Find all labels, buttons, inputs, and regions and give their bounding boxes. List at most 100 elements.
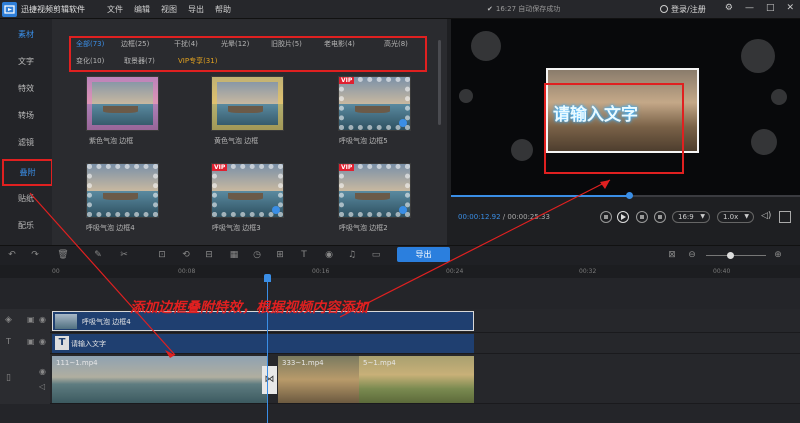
category-all[interactable]: 全部(73) — [76, 39, 104, 49]
subtitle-icon[interactable]: ▭ — [370, 249, 382, 261]
transition-icon[interactable]: ⋈ — [262, 366, 277, 394]
delete-icon[interactable]: 🗑 — [57, 249, 69, 261]
thumbnail-label: 呼吸气泡 边框3 — [212, 224, 261, 232]
category-vip[interactable]: VIP专享(31) — [178, 56, 217, 66]
thumbnail-label: 紫色气泡 边框 — [89, 137, 134, 145]
clip-thumbnail — [55, 314, 77, 329]
nav-overlay[interactable]: 叠附 — [2, 159, 53, 186]
split-icon[interactable]: ⊟ — [203, 249, 215, 261]
next-frame-button[interactable] — [654, 211, 666, 223]
nav-effects[interactable]: 特效 — [0, 81, 52, 97]
nav-filter[interactable]: 滤镜 — [0, 135, 52, 151]
category-highlight[interactable]: 高光(8) — [384, 39, 408, 49]
preview-overlay-text[interactable]: 请输入文字 — [553, 100, 638, 125]
settings-icon[interactable]: ⚙ — [725, 3, 733, 13]
volume-icon[interactable]: ◁) — [761, 211, 773, 223]
eye-icon[interactable]: ◉ — [39, 315, 46, 324]
speaker-icon[interactable]: ◁ — [39, 382, 45, 391]
video-clip[interactable]: 111~1.mp4 — [52, 356, 267, 403]
maximize-icon[interactable]: □ — [766, 3, 775, 13]
ruler-tick: 00:08 — [178, 268, 196, 275]
eye-icon[interactable]: ◉ — [39, 367, 46, 376]
ruler-tick: 00:24 — [446, 268, 464, 275]
overlay-thumbnail[interactable]: VIP — [338, 163, 411, 218]
nav-transition[interactable]: 转场 — [0, 108, 52, 124]
lock-icon[interactable]: ▣ — [27, 337, 35, 346]
user-icon — [660, 5, 668, 13]
freeze-icon[interactable]: ⊞ — [274, 249, 286, 261]
category-glow[interactable]: 光晕(12) — [221, 39, 249, 49]
text-tool-icon[interactable]: T — [298, 249, 310, 261]
media-scrollbar[interactable] — [438, 40, 441, 125]
login-button[interactable]: 登录/注册 — [660, 4, 706, 15]
category-interference[interactable]: 干扰(4) — [174, 39, 198, 49]
chevron-down-icon: ▼ — [744, 213, 749, 220]
progress-fill — [451, 195, 629, 197]
nav-music[interactable]: 配乐 — [0, 218, 52, 234]
prev-frame-button[interactable] — [600, 211, 612, 223]
aspect-ratio-select[interactable]: 16:9 ▼ — [672, 211, 710, 223]
video-icon: ▯ — [6, 373, 11, 383]
overlay-thumbnail[interactable] — [86, 163, 159, 218]
undo-icon[interactable]: ↶ — [6, 249, 18, 261]
overlay-thumbnail[interactable]: VIP — [338, 76, 411, 131]
progress-knob[interactable] — [625, 192, 633, 199]
menu-file[interactable]: 文件 — [107, 4, 134, 15]
app-logo-icon — [2, 2, 17, 17]
crop-icon[interactable]: ⊡ — [156, 249, 168, 261]
play-button[interactable] — [617, 211, 629, 223]
export-button[interactable]: 导出 — [397, 247, 450, 262]
overlay-thumbnail[interactable] — [211, 76, 284, 131]
zoom-knob[interactable] — [727, 252, 734, 259]
video-clip[interactable]: 5~1.mp4 — [359, 356, 474, 403]
download-icon[interactable] — [399, 206, 407, 214]
annotation-text: 添加边框叠附特效，根据视频内容添加 — [130, 300, 368, 316]
left-nav: 素材 文字 特效 转场 滤镜 叠附 贴纸 配乐 — [0, 19, 53, 245]
download-icon[interactable] — [399, 119, 407, 127]
overlay-thumbnail[interactable] — [86, 76, 159, 131]
menu-export[interactable]: 导出 — [188, 4, 215, 15]
edit-icon[interactable]: ✎ — [92, 249, 104, 261]
speed-select[interactable]: 1.0x ▼ — [717, 211, 754, 223]
menu-view[interactable]: 视图 — [161, 4, 188, 15]
eye-icon[interactable]: ◉ — [39, 337, 46, 346]
preview-progress[interactable] — [451, 192, 800, 199]
audio-icon[interactable]: ♫ — [346, 249, 358, 261]
minimize-icon[interactable]: — — [745, 3, 754, 13]
redo-icon[interactable]: ↷ — [29, 249, 41, 261]
check-icon: ✔ — [487, 5, 493, 13]
zoom-in-icon[interactable]: ⊕ — [772, 249, 784, 261]
download-icon[interactable] — [272, 206, 280, 214]
ruler-tick: 00:16 — [312, 268, 330, 275]
video-clip[interactable]: 333~1.mp4 — [278, 356, 359, 403]
zoom-out-icon[interactable]: ⊖ — [686, 249, 698, 261]
category-old-film[interactable]: 旧胶片(5) — [271, 39, 302, 49]
fit-icon[interactable]: ⊠ — [666, 249, 678, 261]
category-viewfinder[interactable]: 取景器(7) — [124, 56, 155, 66]
stop-button[interactable] — [636, 211, 648, 223]
nav-material[interactable]: 素材 — [0, 27, 52, 43]
nav-text[interactable]: 文字 — [0, 54, 52, 70]
overlay-thumbnail[interactable]: VIP — [211, 163, 284, 218]
timeline-ruler[interactable] — [0, 265, 800, 278]
category-border[interactable]: 边框(25) — [121, 39, 149, 49]
zoom-slider[interactable] — [706, 255, 766, 256]
rotate-icon[interactable]: ⟲ — [180, 249, 192, 261]
close-icon[interactable]: ✕ — [786, 3, 794, 13]
ruler-tick: 00:32 — [579, 268, 597, 275]
text-icon: T — [6, 337, 11, 346]
menu-edit[interactable]: 编辑 — [134, 4, 161, 15]
lock-icon[interactable]: ▣ — [27, 315, 35, 324]
cut-icon[interactable]: ✂ — [118, 249, 130, 261]
category-old-movie[interactable]: 老电影(4) — [324, 39, 355, 49]
category-change[interactable]: 变化(10) — [76, 56, 104, 66]
record-icon[interactable]: ◉ — [323, 249, 335, 261]
menu-help[interactable]: 帮助 — [215, 4, 242, 15]
fullscreen-icon[interactable] — [779, 211, 791, 223]
text-clip[interactable]: T 请输入文字 — [52, 334, 474, 353]
nav-sticker[interactable]: 贴纸 — [0, 191, 52, 207]
track-header: ▯ ◉ ◁ — [0, 354, 50, 404]
clock-icon[interactable]: ◷ — [251, 249, 263, 261]
vip-badge: VIP — [339, 77, 355, 84]
mosaic-icon[interactable]: ▦ — [228, 249, 240, 261]
